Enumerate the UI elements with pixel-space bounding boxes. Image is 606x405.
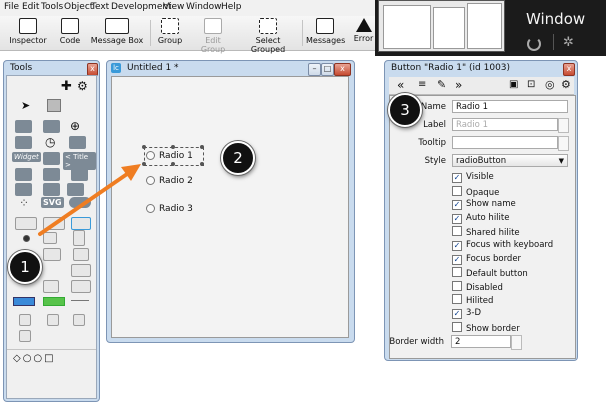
callout-1: 1 [8, 250, 42, 284]
callout-2: 2 [221, 141, 255, 175]
callout-3: 3 [388, 93, 422, 127]
annotation-arrow [38, 164, 141, 236]
